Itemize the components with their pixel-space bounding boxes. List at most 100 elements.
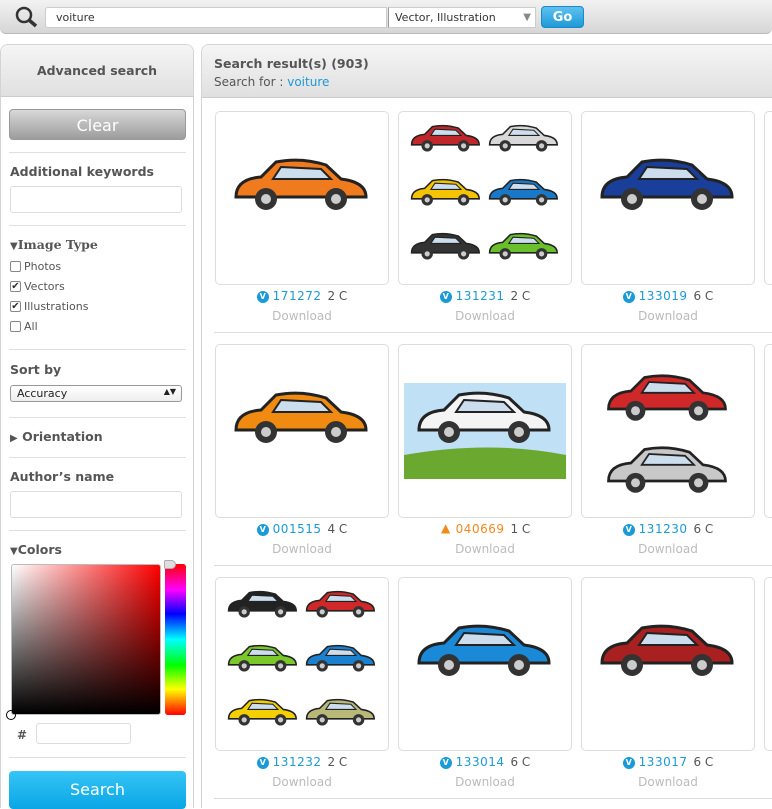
download-link[interactable]: Download [581,309,755,323]
keywords-label: Additional keywords [10,164,154,179]
color-count: 2 C [510,289,531,303]
download-link[interactable]: Download [215,542,389,556]
checkbox-label: Photos [24,260,62,273]
vector-badge-icon: V [439,291,452,303]
panel-title: Advanced search [1,45,193,97]
orientation-toggle[interactable]: ▶ Orientation [10,429,103,444]
color-count: 6 C [693,755,714,769]
checkbox-box[interactable] [10,321,21,332]
divider [9,457,186,458]
checkbox-box[interactable]: ✔ [10,281,21,292]
divider [9,225,186,226]
divider [9,757,186,758]
warning-icon: ▲ [441,521,451,535]
search-for: Search for : voiture [214,75,330,89]
result-caption: V 133014 6 C [398,755,572,769]
download-link[interactable]: Download [398,309,572,323]
result-thumbnail[interactable] [215,344,389,518]
checkbox-all[interactable]: All [10,320,38,333]
result-thumbnail[interactable] [581,577,755,751]
car-image [417,624,551,676]
type-select[interactable]: Vector, Illustration ▼ [388,7,536,28]
vector-badge-icon: V [622,524,635,536]
hex-color-input[interactable] [36,723,131,744]
result-id-link[interactable]: 133017 [639,755,688,769]
row-divider [214,332,772,333]
color-picker-handle[interactable] [6,710,16,720]
result-id-link[interactable]: 133014 [456,755,505,769]
vector-badge-icon: V [256,757,269,769]
result-id-link[interactable]: 171272 [273,289,322,303]
result-thumbnail[interactable] [398,577,572,751]
color-count: 6 C [510,755,531,769]
sort-label: Sort by [10,362,62,377]
download-link[interactable]: Download [215,309,389,323]
result-thumbnail-partial[interactable] [764,577,772,751]
advanced-search-panel: Advanced search Clear Additional keyword… [0,44,194,809]
result-id-link[interactable]: 131232 [273,755,322,769]
result-thumbnail[interactable] [581,344,755,518]
result-id-link[interactable]: 133019 [639,289,688,303]
result-caption: V 001515 4 C [215,522,389,536]
vector-badge-icon: V [439,757,452,769]
result-thumbnail[interactable] [398,111,572,285]
result-thumbnail[interactable] [215,577,389,751]
download-link[interactable]: Download [398,775,572,789]
checkbox-vectors[interactable]: ✔ Vectors [10,280,65,293]
divider [9,530,186,531]
color-count: 6 C [693,522,714,536]
hue-slider[interactable] [165,564,186,715]
result-thumbnail[interactable] [215,111,389,285]
row-divider [214,565,772,566]
download-link[interactable]: Download [581,542,755,556]
checkbox-label: Illustrations [24,300,89,313]
result-id-link[interactable]: 040669 [456,522,505,536]
result-id-link[interactable]: 001515 [273,522,322,536]
result-thumbnail[interactable] [581,111,755,285]
color-saturation-picker[interactable] [11,564,161,715]
magnifier-icon [15,6,38,28]
car-image [227,590,375,726]
car-image [234,391,368,443]
color-count: 6 C [693,289,714,303]
vector-badge-icon: V [622,291,635,303]
result-caption: V 131231 2 C [398,289,572,303]
author-label: Author’s name [10,469,115,484]
car-image [600,158,734,210]
color-count: 2 C [327,755,348,769]
result-id-link[interactable]: 131230 [639,522,688,536]
hue-slider-handle[interactable] [164,560,176,569]
clear-button[interactable]: Clear [9,109,186,140]
sort-select[interactable]: Accuracy ▲▼ [10,385,182,402]
search-term-link[interactable]: voiture [287,75,329,89]
colors-toggle[interactable]: ▼Colors [10,542,62,557]
checkbox-label: All [24,320,38,333]
result-id-link[interactable]: 131231 [456,289,505,303]
result-thumbnail[interactable] [398,344,572,518]
checkbox-illustrations[interactable]: ✔ Illustrations [10,300,88,313]
checkbox-photos[interactable]: Photos [10,260,61,273]
result-caption: V 171272 2 C [215,289,389,303]
checkbox-box[interactable] [10,261,21,272]
download-link[interactable]: Download [398,542,572,556]
car-image [410,124,558,260]
triangle-down-icon: ▼ [10,241,18,252]
search-button[interactable]: Search [9,771,186,809]
go-button[interactable]: Go [541,6,584,28]
search-input[interactable]: voiture [45,7,387,28]
keywords-input[interactable] [10,186,182,213]
result-thumbnail-partial[interactable] [764,111,772,285]
download-link[interactable]: Download [581,775,755,789]
download-link[interactable]: Download [215,775,389,789]
divider [9,417,186,418]
color-count: 4 C [327,522,348,536]
image-type-toggle[interactable]: ▼Image Type [10,237,98,252]
color-count: 1 C [510,522,531,536]
checkbox-label: Vectors [24,280,65,293]
author-input[interactable] [10,491,182,518]
hex-label: # [17,728,28,742]
triangle-down-icon: ▼ [10,546,18,557]
checkbox-box[interactable]: ✔ [10,301,21,312]
result-thumbnail-partial[interactable] [764,344,772,518]
divider [9,349,186,350]
